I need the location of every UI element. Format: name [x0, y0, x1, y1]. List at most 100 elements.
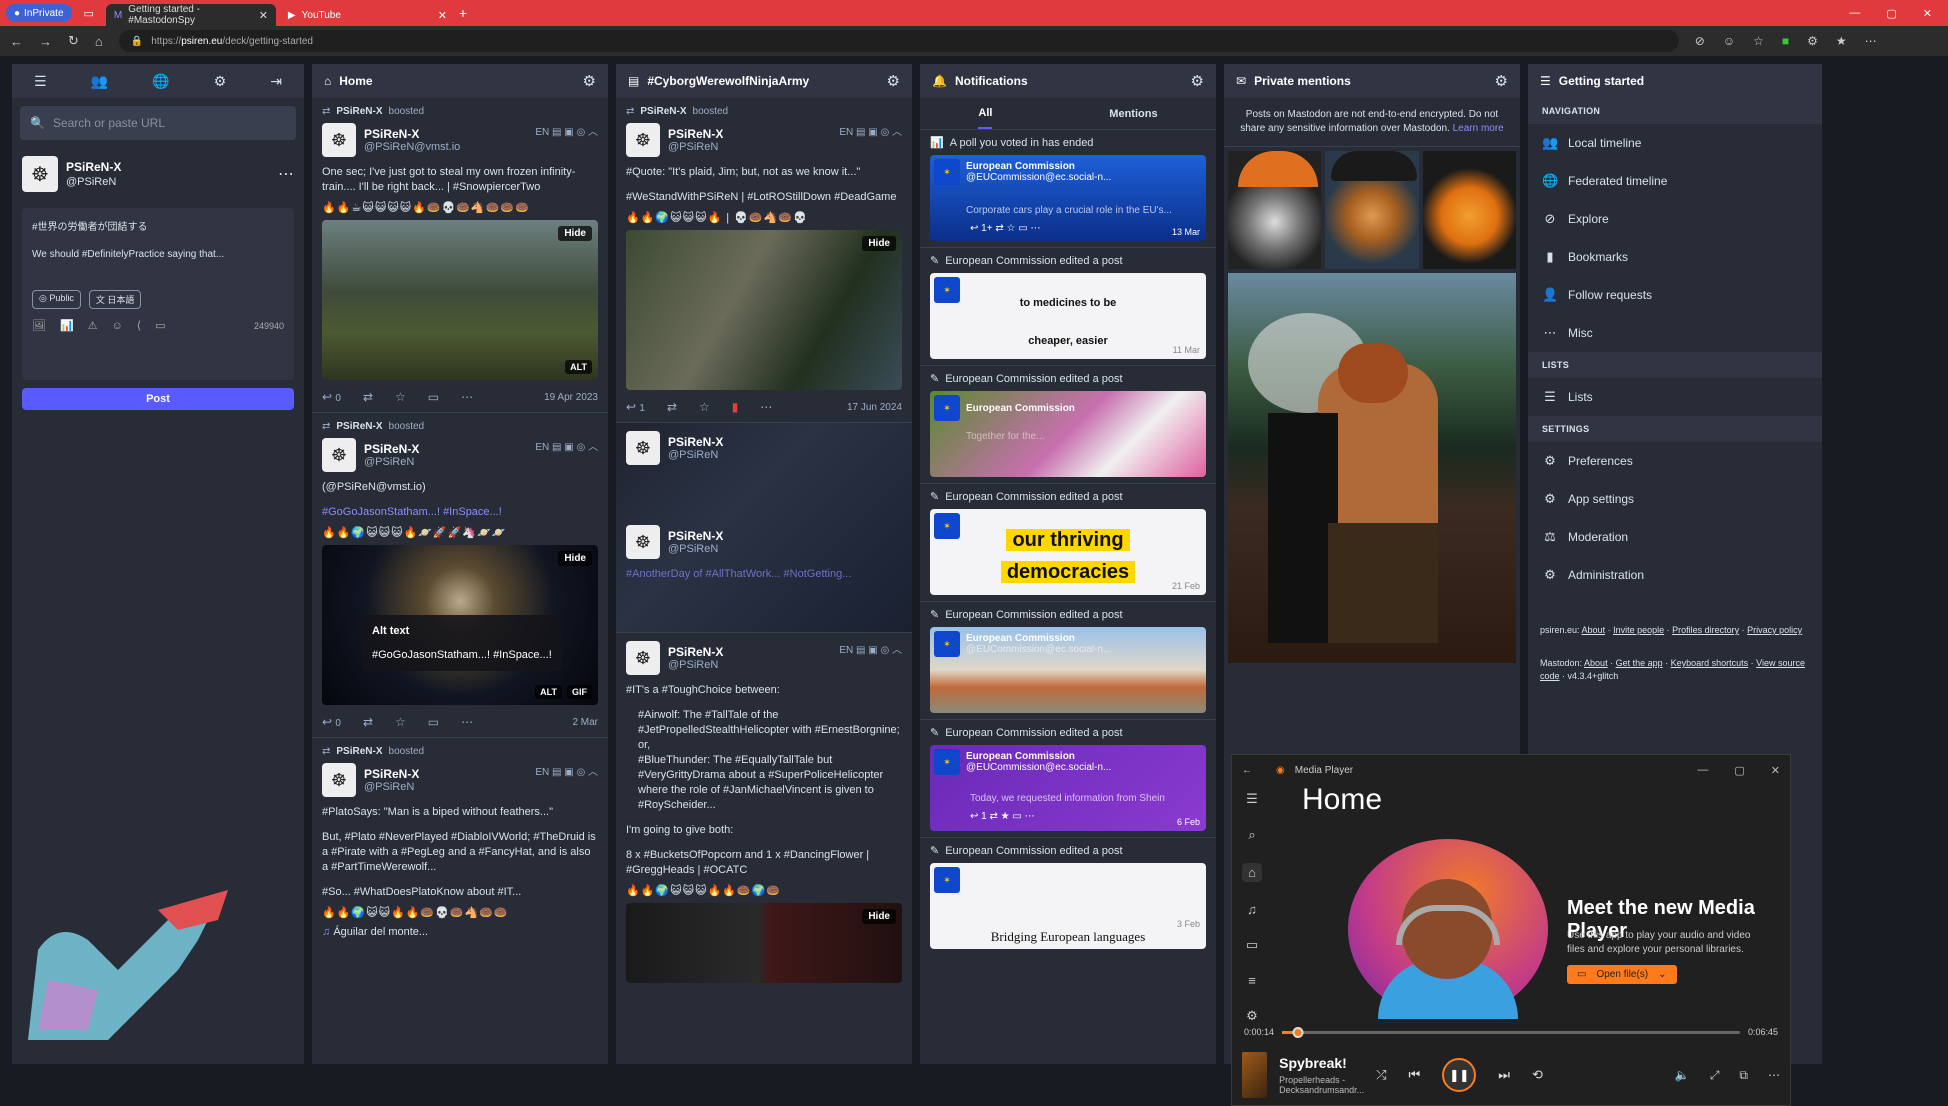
- previous-icon[interactable]: ⏮: [1409, 1067, 1421, 1083]
- eu-flag-avatar[interactable]: ✶: [934, 159, 960, 185]
- status-date[interactable]: 17 Jun 2024: [847, 402, 902, 413]
- avatar[interactable]: ☸: [626, 525, 660, 559]
- media-gallery[interactable]: [1224, 147, 1520, 273]
- bookmark-button[interactable]: ▭: [428, 715, 439, 729]
- reader-icon[interactable]: ☺: [1723, 34, 1735, 48]
- column-settings-icon[interactable]: ⚙: [887, 72, 900, 90]
- settings-icon[interactable]: ⚙: [1246, 1008, 1258, 1024]
- status[interactable]: ⇄ PSiReN-X boosted ☸ PSiReN-X @PSiReN EN ▤ …: [312, 413, 608, 738]
- notification-item[interactable]: ✎ European Commission edited a post ✶ to …: [920, 248, 1216, 366]
- nav-federated-timeline[interactable]: 🌐 Federated timeline: [1528, 162, 1822, 200]
- nav-preferences[interactable]: ⚙ Preferences: [1528, 442, 1822, 480]
- nav-bookmarks[interactable]: ▮ Bookmarks: [1528, 238, 1822, 276]
- back-icon[interactable]: ←: [10, 34, 23, 49]
- eu-flag-avatar[interactable]: ✶: [934, 395, 960, 421]
- album-art[interactable]: [1242, 1052, 1268, 1098]
- avatar[interactable]: ☸: [626, 431, 660, 465]
- notification-item[interactable]: ✎ European Commission edited a post ✶ Bri…: [920, 838, 1216, 955]
- avatar[interactable]: ☸: [322, 763, 356, 797]
- status-date[interactable]: 19 Apr 2023: [544, 392, 598, 403]
- next-icon[interactable]: ⏭: [1498, 1067, 1510, 1083]
- visibility-button[interactable]: ◎ Public: [32, 290, 81, 309]
- people-icon[interactable]: 👥: [91, 73, 108, 90]
- nav-lists[interactable]: ☰ Lists: [1528, 378, 1822, 416]
- extensions-icon[interactable]: ⚙: [1807, 34, 1818, 48]
- tracking-icon[interactable]: ⊘: [1695, 34, 1705, 48]
- status[interactable]: ☸ PSiReN-X @PSiReN ☸ PSiReN-X @PSiReN #Ano…: [616, 423, 912, 633]
- nav-explore[interactable]: ⊘ Explore: [1528, 200, 1822, 238]
- nav-administration[interactable]: ⚙ Administration: [1528, 556, 1822, 594]
- notification-card[interactable]: ✶ European Commission @EUCommission@ec.soc…: [930, 627, 1206, 713]
- close-tab-icon[interactable]: ✕: [259, 9, 268, 22]
- status-date[interactable]: 2 Mar: [572, 717, 598, 728]
- seek-slider[interactable]: [1282, 1026, 1740, 1038]
- notification-item[interactable]: ✎ European Commission edited a post ✶ Euro…: [920, 366, 1216, 484]
- avatar[interactable]: ☸: [322, 438, 356, 472]
- notification-card[interactable]: ✶ European Commission Together for the...: [930, 391, 1206, 477]
- media-attachment[interactable]: Hide ALT: [322, 220, 598, 380]
- hide-media-button[interactable]: Hide: [558, 226, 592, 241]
- close-window-icon[interactable]: ✕: [1771, 764, 1780, 777]
- mini-player-icon[interactable]: ⧉: [1739, 1068, 1748, 1083]
- status[interactable]: ⇄ PSiReN-X boosted ☸ PSiReN-X @PSiReN EN ▤ …: [616, 98, 912, 423]
- notification-card[interactable]: ✶ our thriving democracies 21 Feb: [930, 509, 1206, 595]
- boost-button[interactable]: ⇄: [363, 715, 373, 729]
- boost-button[interactable]: ⇄: [667, 400, 677, 414]
- tab-actions-icon[interactable]: ▭: [84, 7, 94, 20]
- media-attachment[interactable]: Hide: [626, 230, 902, 390]
- home-icon[interactable]: ⌂: [95, 34, 103, 49]
- open-files-button[interactable]: ▭ Open file(s) ⌄: [1567, 965, 1677, 984]
- play-queue-icon[interactable]: ≡: [1248, 973, 1256, 988]
- more-button[interactable]: ⋯: [461, 390, 473, 404]
- tab-youtube[interactable]: ▶ YouTube ✕: [280, 4, 455, 26]
- bookmark-button[interactable]: ▭: [428, 390, 439, 404]
- status[interactable]: ☸ PSiReN-X @PSiReN EN ▤ ▣ ◎ ︿ #IT's a #To…: [616, 633, 912, 991]
- nav-app-settings[interactable]: ⚙ App settings: [1528, 480, 1822, 518]
- maximize-icon[interactable]: ▢: [1886, 7, 1896, 20]
- account-name[interactable]: PSiReN-X: [66, 160, 121, 174]
- column-settings-icon[interactable]: ⚙: [583, 72, 596, 90]
- status[interactable]: ⇄ PSiReN-X boosted ☸ PSiReN-X @PSiReN EN ▤ …: [312, 738, 608, 948]
- nav-misc[interactable]: ⋯ Misc: [1528, 314, 1822, 352]
- media-attachment[interactable]: Hide: [626, 903, 902, 983]
- track-artist[interactable]: Propellerheads - Decksandrumsandr...: [1279, 1075, 1364, 1095]
- nav-follow-requests[interactable]: 👤 Follow requests: [1528, 276, 1822, 314]
- music-library-icon[interactable]: ♫: [1247, 902, 1257, 917]
- close-tab-icon[interactable]: ✕: [438, 9, 447, 22]
- hamburger-icon[interactable]: ☰: [1246, 791, 1258, 807]
- inprivate-badge[interactable]: ● InPrivate: [6, 4, 72, 22]
- column-settings-icon[interactable]: ⚙: [1191, 72, 1204, 90]
- pause-button[interactable]: ❚❚: [1442, 1058, 1477, 1092]
- alt-badge[interactable]: ALT: [565, 360, 592, 374]
- bookmark-icon[interactable]: ▭: [155, 319, 165, 332]
- seek-handle[interactable]: [1292, 1026, 1304, 1038]
- learn-more-link[interactable]: Learn more: [1453, 123, 1504, 134]
- tab-getting-started[interactable]: M Getting started - #MastodonSpy ✕: [105, 4, 276, 26]
- search-icon[interactable]: ⌕: [1248, 827, 1255, 843]
- forward-icon[interactable]: →: [39, 34, 52, 49]
- favourite-button[interactable]: ☆: [395, 715, 406, 729]
- post-button[interactable]: Post: [22, 388, 294, 410]
- more-button[interactable]: ⋯: [461, 715, 473, 729]
- share-icon[interactable]: ⟨: [137, 319, 141, 332]
- avatar[interactable]: ☸: [22, 156, 58, 192]
- notification-item[interactable]: ✎ European Commission edited a post ✶ our…: [920, 484, 1216, 602]
- content-warning-icon[interactable]: ⚠: [88, 319, 98, 332]
- cartoon-avatar-image[interactable]: [1422, 151, 1516, 269]
- new-tab-button[interactable]: +: [459, 5, 467, 21]
- media-image[interactable]: [1228, 273, 1516, 663]
- more-icon[interactable]: ⋯: [1768, 1068, 1780, 1083]
- home-icon[interactable]: ⌂: [1242, 863, 1262, 882]
- emoji-icon[interactable]: ☺: [112, 320, 123, 332]
- repeat-icon[interactable]: ⟲: [1532, 1067, 1543, 1083]
- notification-item[interactable]: ✎ European Commission edited a post ✶ Euro…: [920, 602, 1216, 720]
- more-button[interactable]: ⋯: [760, 400, 772, 414]
- favorite-icon[interactable]: ☆: [1753, 34, 1764, 48]
- attach-media-icon[interactable]: 🖼: [32, 319, 46, 332]
- alt-badge[interactable]: ALT: [535, 685, 562, 699]
- hide-media-button[interactable]: Hide: [558, 551, 592, 566]
- wolf-avatar-image[interactable]: [1228, 151, 1322, 269]
- notification-card[interactable]: ✶ European Commission @EUCommission@ec.soc…: [930, 155, 1206, 241]
- preferences-icon[interactable]: ⚙: [214, 73, 227, 90]
- avatar[interactable]: ☸: [322, 123, 356, 157]
